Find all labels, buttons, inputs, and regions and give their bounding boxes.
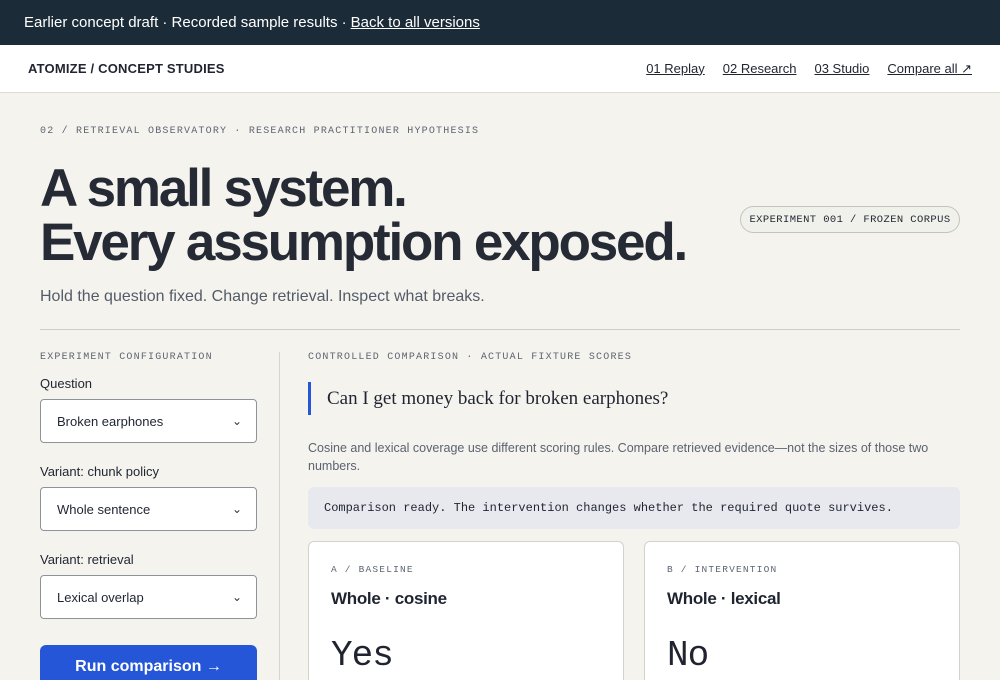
hero-subtitle: Hold the question fixed. Change retrieva…	[40, 288, 485, 305]
question-label: Question	[40, 376, 93, 391]
nav-bar: ATOMIZE / CONCEPT STUDIES 01 Replay 02 R…	[0, 45, 1000, 93]
retrieval-label: Variant: retrieval	[40, 552, 134, 567]
intervention-tag: B / INTERVENTION	[667, 564, 778, 575]
nav-links: 01 Replay 02 Research 03 Studio Compare …	[646, 61, 972, 77]
chunk-policy-label: Variant: chunk policy	[40, 464, 159, 479]
baseline-card: A / BASELINE Whole · cosine Yes	[308, 541, 624, 680]
run-comparison-button[interactable]: Run comparison →	[40, 645, 257, 680]
nav-link-studio[interactable]: 03 Studio	[814, 61, 869, 77]
banner-text: Earlier concept draft · Recorded sample …	[24, 14, 347, 31]
comparison-section-label: CONTROLLED COMPARISON · ACTUAL FIXTURE S…	[308, 352, 633, 363]
column-divider	[279, 352, 280, 680]
page-title-line-2: Every assumption exposed.	[40, 213, 688, 272]
brand-title[interactable]: ATOMIZE / CONCEPT STUDIES	[28, 61, 225, 76]
intervention-card: B / INTERVENTION Whole · lexical No	[644, 541, 960, 680]
question-select-value: Broken earphones	[57, 413, 164, 429]
chunk-policy-select[interactable]: Whole sentence ⌄	[40, 487, 257, 531]
baseline-result: Yes	[331, 635, 394, 676]
nav-link-compare-all[interactable]: Compare all ↗	[887, 61, 972, 77]
chunk-policy-select-value: Whole sentence	[57, 501, 151, 517]
chevron-down-icon: ⌄	[231, 590, 242, 604]
top-banner: Earlier concept draft · Recorded sample …	[0, 0, 1000, 45]
baseline-tag: A / BASELINE	[331, 564, 414, 575]
page-title-line-1: A small system.	[40, 159, 408, 218]
nav-link-research[interactable]: 02 Research	[723, 61, 797, 77]
chevron-down-icon: ⌄	[231, 414, 242, 428]
question-select[interactable]: Broken earphones ⌄	[40, 399, 257, 443]
comparison-question: Can I get money back for broken earphone…	[308, 382, 668, 415]
baseline-title: Whole · cosine	[331, 589, 447, 608]
hero-eyebrow: 02 / RETRIEVAL OBSERVATORY · RESEARCH PR…	[40, 126, 480, 137]
experiment-badge: EXPERIMENT 001 / FROZEN CORPUS	[740, 206, 960, 233]
experiment-configuration: EXPERIMENT CONFIGURATION Question Broken…	[40, 352, 257, 619]
config-section-label: EXPERIMENT CONFIGURATION	[40, 352, 213, 363]
retrieval-select-value: Lexical overlap	[57, 589, 144, 605]
scoring-note: Cosine and lexical coverage use differen…	[308, 441, 929, 473]
comparison-section: CONTROLLED COMPARISON · ACTUAL FIXTURE S…	[308, 352, 960, 363]
section-divider	[40, 329, 960, 330]
page-title: A small system. Every assumption exposed…	[40, 159, 688, 272]
status-message: Comparison ready. The intervention chang…	[308, 487, 960, 529]
back-to-versions-link[interactable]: Back to all versions	[351, 14, 480, 31]
retrieval-select[interactable]: Lexical overlap ⌄	[40, 575, 257, 619]
chevron-down-icon: ⌄	[231, 502, 242, 516]
intervention-title: Whole · lexical	[667, 589, 781, 608]
intervention-result: No	[667, 635, 709, 676]
nav-link-replay[interactable]: 01 Replay	[646, 61, 705, 77]
